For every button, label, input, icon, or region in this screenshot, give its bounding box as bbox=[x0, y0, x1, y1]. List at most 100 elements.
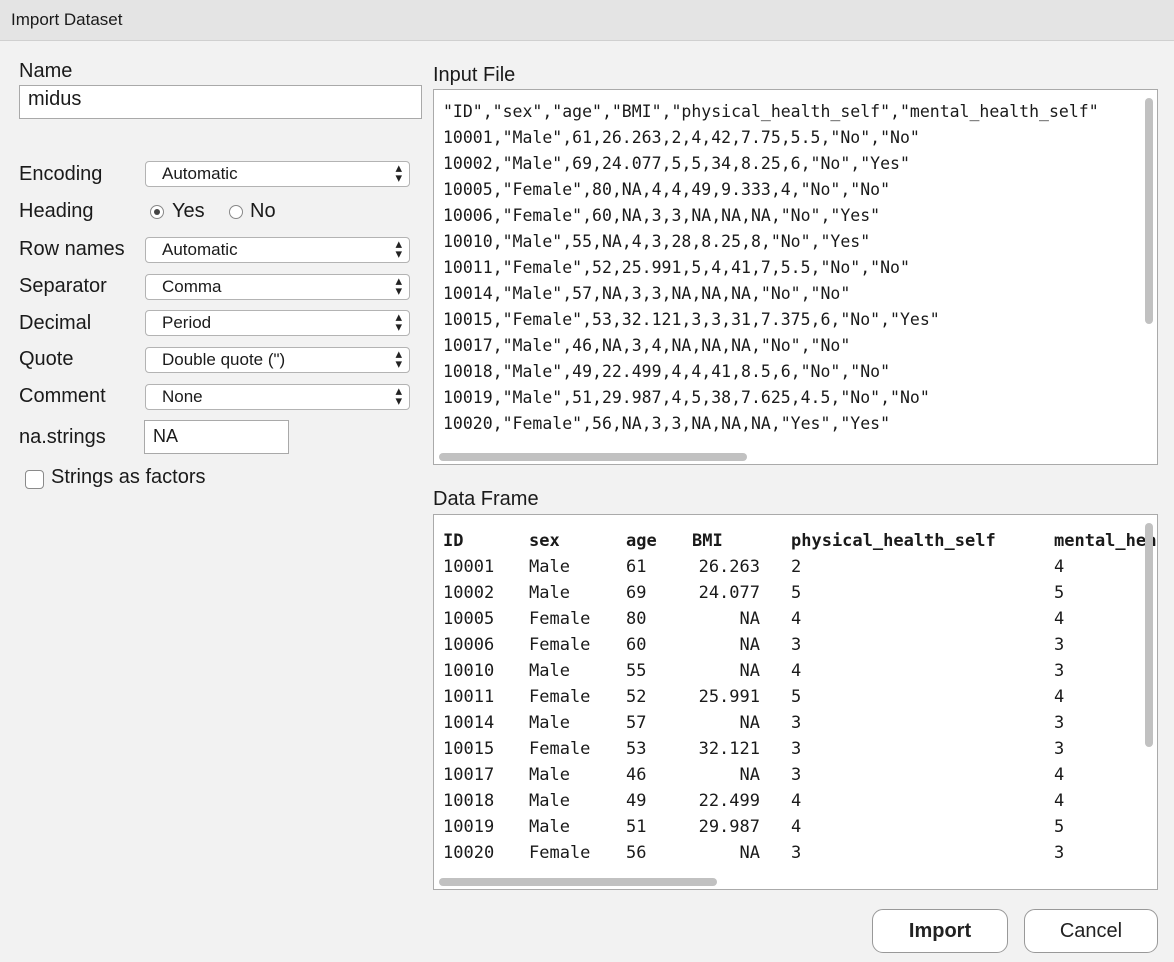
table-cell: 80 bbox=[626, 609, 647, 629]
heading-yes-radio[interactable] bbox=[150, 205, 164, 219]
separator-value: Comma bbox=[162, 277, 222, 296]
row-names-value: Automatic bbox=[162, 240, 238, 259]
import-button[interactable]: Import bbox=[872, 909, 1008, 953]
table-cell: 29.987 bbox=[698, 817, 760, 837]
table-cell: 3 bbox=[1054, 713, 1065, 733]
table-cell: 3 bbox=[1054, 635, 1065, 655]
window-title: Import Dataset bbox=[11, 10, 123, 29]
table-cell: 4 bbox=[1054, 557, 1065, 577]
encoding-select[interactable]: Automatic ▴ ▾ bbox=[145, 161, 410, 187]
table-cell: Male bbox=[529, 713, 570, 733]
column-header[interactable]: physical_health_self bbox=[791, 531, 996, 551]
decimal-value: Period bbox=[162, 313, 212, 332]
heading-label: Heading bbox=[19, 200, 94, 222]
table-cell: 10019 bbox=[443, 817, 495, 837]
table-cell: NA bbox=[739, 765, 760, 785]
cancel-button[interactable]: Cancel bbox=[1024, 909, 1158, 953]
table-cell: 5 bbox=[791, 583, 802, 603]
updown-chevron-icon: ▴ ▾ bbox=[395, 236, 402, 261]
table-cell: 10017 bbox=[443, 765, 495, 785]
data-frame-horizontal-scrollbar[interactable] bbox=[439, 878, 717, 886]
row-names-label: Row names bbox=[19, 238, 125, 260]
column-header[interactable]: mental_health_self bbox=[1054, 531, 1157, 551]
input-file-line: 10018,"Male",49,22.499,4,4,41,8.5,6,"No"… bbox=[443, 362, 891, 381]
table-cell: 51 bbox=[626, 817, 647, 837]
table-cell: Male bbox=[529, 817, 570, 837]
table-cell: Male bbox=[529, 765, 570, 785]
table-cell: 4 bbox=[791, 661, 802, 681]
column-header[interactable]: sex bbox=[529, 531, 560, 551]
data-frame-vertical-scrollbar[interactable] bbox=[1145, 523, 1153, 747]
table-cell: Female bbox=[529, 843, 591, 863]
table-cell: 22.499 bbox=[698, 791, 760, 811]
table-cell: 4 bbox=[791, 817, 802, 837]
input-file-horizontal-scrollbar[interactable] bbox=[439, 453, 747, 461]
quote-select[interactable]: Double quote (") ▴ ▾ bbox=[145, 347, 410, 373]
data-frame-panel[interactable]: ID sex age BMI physical_health_self mental_he… bbox=[433, 514, 1158, 890]
table-cell: 69 bbox=[626, 583, 647, 603]
na-strings-input[interactable]: NA bbox=[144, 420, 289, 454]
table-cell: 10020 bbox=[443, 843, 495, 863]
table-cell: 3 bbox=[791, 843, 802, 863]
table-cell: 3 bbox=[791, 739, 802, 759]
table-cell: 10006 bbox=[443, 635, 495, 655]
table-cell: Female bbox=[529, 739, 591, 759]
table-cell: 57 bbox=[626, 713, 647, 733]
table-cell: Female bbox=[529, 635, 591, 655]
decimal-select[interactable]: Period ▴ ▾ bbox=[145, 310, 410, 336]
input-file-line: 10011,"Female",52,25.991,5,4,41,7,5.5,"N… bbox=[443, 258, 910, 277]
table-cell: 61 bbox=[626, 557, 647, 577]
comment-select[interactable]: None ▴ ▾ bbox=[145, 384, 410, 410]
input-file-line: 10020,"Female",56,NA,3,3,NA,NA,NA,"Yes",… bbox=[443, 414, 891, 433]
row-names-select[interactable]: Automatic ▴ ▾ bbox=[145, 237, 410, 263]
input-file-line: 10010,"Male",55,NA,4,3,28,8.25,8,"No","Y… bbox=[443, 232, 871, 251]
column-header[interactable]: age bbox=[626, 531, 657, 551]
column-header[interactable]: ID bbox=[443, 531, 463, 551]
table-cell: 4 bbox=[791, 609, 802, 629]
separator-select[interactable]: Comma ▴ ▾ bbox=[145, 274, 410, 300]
table-cell: 10010 bbox=[443, 661, 495, 681]
table-cell: 4 bbox=[1054, 765, 1065, 785]
table-cell: 55 bbox=[626, 661, 647, 681]
table-cell: Female bbox=[529, 609, 591, 629]
table-cell: 5 bbox=[791, 687, 802, 707]
updown-chevron-icon: ▴ ▾ bbox=[395, 346, 402, 371]
updown-chevron-icon: ▴ ▾ bbox=[395, 160, 402, 185]
table-cell: Male bbox=[529, 661, 570, 681]
comment-label: Comment bbox=[19, 385, 106, 407]
input-file-line: 10006,"Female",60,NA,3,3,NA,NA,NA,"No","… bbox=[443, 206, 881, 225]
table-cell: Male bbox=[529, 583, 570, 603]
table-cell: NA bbox=[739, 713, 760, 733]
table-cell: 3 bbox=[791, 713, 802, 733]
strings-as-factors-label[interactable]: Strings as factors bbox=[51, 466, 206, 489]
heading-yes-label[interactable]: Yes bbox=[172, 200, 205, 223]
table-cell: 4 bbox=[1054, 687, 1065, 707]
table-cell: 49 bbox=[626, 791, 647, 811]
table-cell: 53 bbox=[626, 739, 647, 759]
na-strings-label: na.strings bbox=[19, 426, 106, 448]
table-cell: 10011 bbox=[443, 687, 495, 707]
input-file-vertical-scrollbar[interactable] bbox=[1145, 98, 1153, 324]
strings-as-factors-checkbox[interactable] bbox=[25, 470, 44, 489]
updown-chevron-icon: ▴ ▾ bbox=[395, 273, 402, 298]
column-header[interactable]: BMI bbox=[692, 531, 723, 551]
input-file-line: 10015,"Female",53,32.121,3,3,31,7.375,6,… bbox=[443, 310, 940, 329]
heading-no-label[interactable]: No bbox=[250, 200, 276, 223]
table-cell: 3 bbox=[1054, 739, 1065, 759]
table-cell: 46 bbox=[626, 765, 647, 785]
table-cell: 5 bbox=[1054, 583, 1065, 603]
table-cell: 2 bbox=[791, 557, 802, 577]
table-cell: 10005 bbox=[443, 609, 495, 629]
name-label: Name bbox=[19, 60, 73, 82]
table-cell: 10015 bbox=[443, 739, 495, 759]
table-cell: 4 bbox=[1054, 791, 1065, 811]
table-cell: 25.991 bbox=[698, 687, 760, 707]
quote-label: Quote bbox=[19, 348, 74, 370]
input-file-panel[interactable]: "ID","sex","age","BMI","physical_health_… bbox=[433, 89, 1158, 465]
table-cell: NA bbox=[739, 843, 760, 863]
heading-no-radio[interactable] bbox=[229, 205, 243, 219]
table-cell: Male bbox=[529, 791, 570, 811]
name-input[interactable]: midus bbox=[19, 85, 422, 119]
table-cell: 24.077 bbox=[698, 583, 760, 603]
encoding-value: Automatic bbox=[162, 164, 238, 183]
